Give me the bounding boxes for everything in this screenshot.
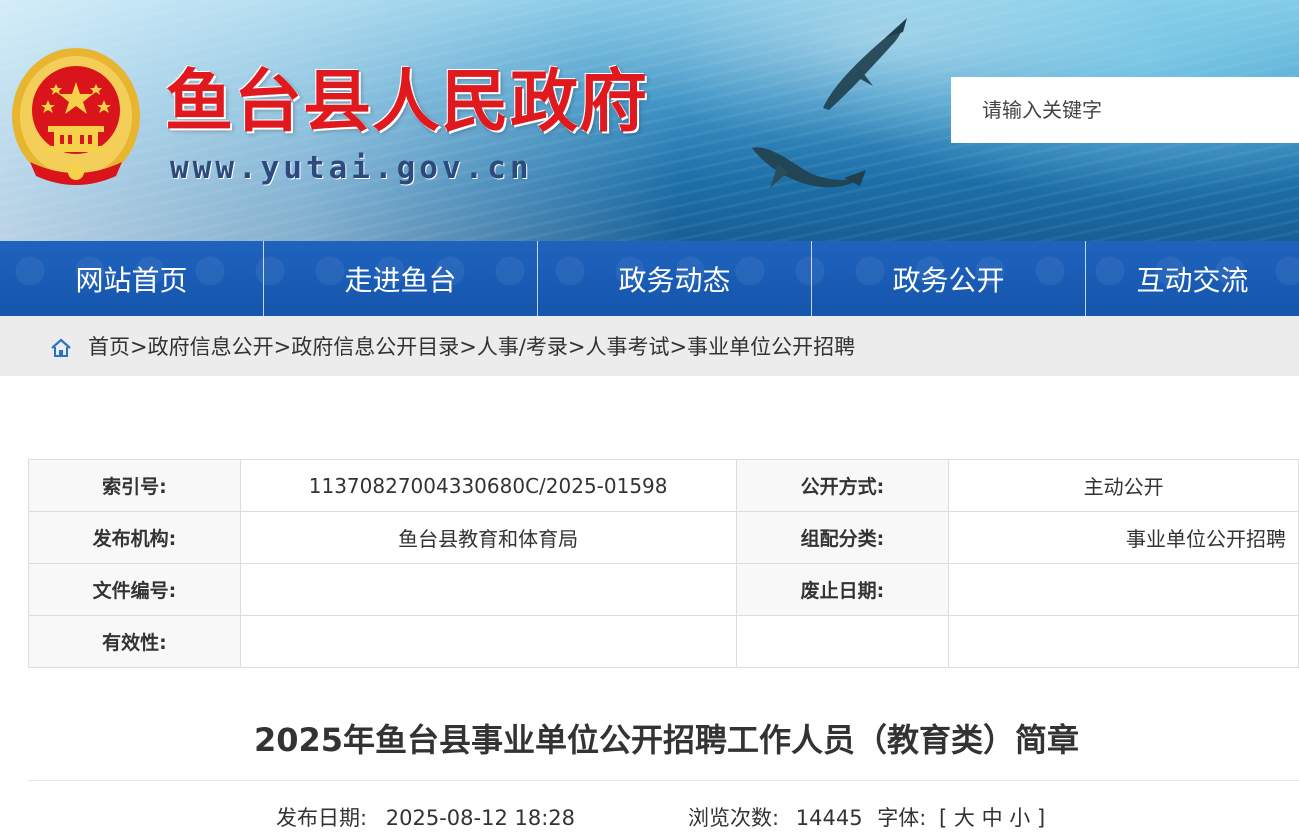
breadcrumb-gov-info[interactable]: 政府信息公开 xyxy=(148,335,274,359)
font-size-label: 字体: xyxy=(877,806,927,830)
breadcrumb-personnel[interactable]: 人事/考录 xyxy=(477,335,568,359)
doc-no-value xyxy=(239,563,737,616)
publish-date-label: 发布日期: xyxy=(276,806,368,830)
views-count: 14445 xyxy=(795,806,863,830)
category-value: 事业单位公开招聘 xyxy=(948,511,1299,564)
breadcrumb-separator: > xyxy=(130,335,148,359)
breadcrumb-exams[interactable]: 人事考试 xyxy=(586,335,670,359)
publish-date-info: 发布日期: 2025-08-12 18:28 xyxy=(276,803,575,833)
koi-fish-icon xyxy=(823,18,907,110)
main-nav: 网站首页 走进鱼台 政务动态 政务公开 互动交流 xyxy=(0,241,1299,316)
publish-date-value: 2025-08-12 18:28 xyxy=(385,806,576,830)
publisher-value: 鱼台县教育和体育局 xyxy=(239,511,737,564)
koi-fish-icon xyxy=(752,147,866,188)
site-title: 鱼台县人民政府 xyxy=(165,62,649,142)
empty-cell xyxy=(735,615,950,668)
font-size-medium-button[interactable]: 中 xyxy=(982,806,1003,830)
table-row: 索引号: 11370827004330680C/2025-01598 公开方式:… xyxy=(28,459,1299,512)
nav-item-interaction[interactable]: 互动交流 xyxy=(1086,241,1299,316)
national-emblem-icon xyxy=(12,48,140,185)
table-row: 发布机构: 鱼台县教育和体育局 组配分类: 事业单位公开招聘 xyxy=(28,511,1299,564)
expiry-label: 废止日期: xyxy=(735,563,950,616)
index-no-label: 索引号: xyxy=(28,459,241,512)
font-size-small-button[interactable]: 小 xyxy=(1009,806,1030,830)
font-size-bracket: [ xyxy=(939,806,948,830)
nav-item-disclosure[interactable]: 政务公开 xyxy=(812,241,1086,316)
font-size-large-button[interactable]: 大 xyxy=(954,806,975,830)
nav-item-news[interactable]: 政务动态 xyxy=(538,241,812,316)
index-no-value: 11370827004330680C/2025-01598 xyxy=(239,459,737,512)
site-banner: 鱼台县人民政府 www.yutai.gov.cn xyxy=(0,0,1299,241)
empty-cell xyxy=(948,615,1299,668)
nav-item-about[interactable]: 走进鱼台 xyxy=(264,241,538,316)
nav-item-home[interactable]: 网站首页 xyxy=(0,241,264,316)
table-row: 文件编号: 废止日期: xyxy=(28,563,1299,616)
home-icon[interactable] xyxy=(50,338,72,358)
breadcrumb: 首页>政府信息公开>政府信息公开目录>人事/考录>人事考试>事业单位公开招聘 xyxy=(88,331,855,363)
font-size-bracket: ] xyxy=(1036,806,1046,830)
views-label: 浏览次数: xyxy=(688,806,780,830)
table-row: 有效性: xyxy=(28,615,1299,668)
document-meta-table: 索引号: 11370827004330680C/2025-01598 公开方式:… xyxy=(28,459,1299,668)
category-label: 组配分类: xyxy=(735,511,950,564)
views-info: 浏览次数: 14445 字体: [ 大 中 小 ] xyxy=(688,803,1045,833)
breadcrumb-separator: > xyxy=(669,335,688,359)
validity-label: 有效性: xyxy=(28,615,241,668)
expiry-value xyxy=(948,563,1299,616)
doc-no-label: 文件编号: xyxy=(28,563,241,616)
article-title: 2025年鱼台县事业单位公开招聘工作人员（教育类）简章 xyxy=(253,721,1080,759)
breadcrumb-recruitment[interactable]: 事业单位公开招聘 xyxy=(687,335,855,359)
breadcrumb-separator: > xyxy=(567,335,586,359)
validity-value xyxy=(239,615,737,668)
disclosure-value: 主动公开 xyxy=(948,459,1299,512)
site-url: www.yutai.gov.cn xyxy=(170,150,533,186)
breadcrumb-gov-info-catalog[interactable]: 政府信息公开目录 xyxy=(291,335,459,359)
search-input[interactable] xyxy=(951,77,1299,143)
breadcrumb-separator: > xyxy=(273,335,292,359)
breadcrumb-home[interactable]: 首页 xyxy=(88,335,130,359)
title-divider xyxy=(28,780,1299,781)
breadcrumb-separator: > xyxy=(459,335,477,359)
publisher-label: 发布机构: xyxy=(28,511,241,564)
disclosure-label: 公开方式: xyxy=(735,459,950,512)
